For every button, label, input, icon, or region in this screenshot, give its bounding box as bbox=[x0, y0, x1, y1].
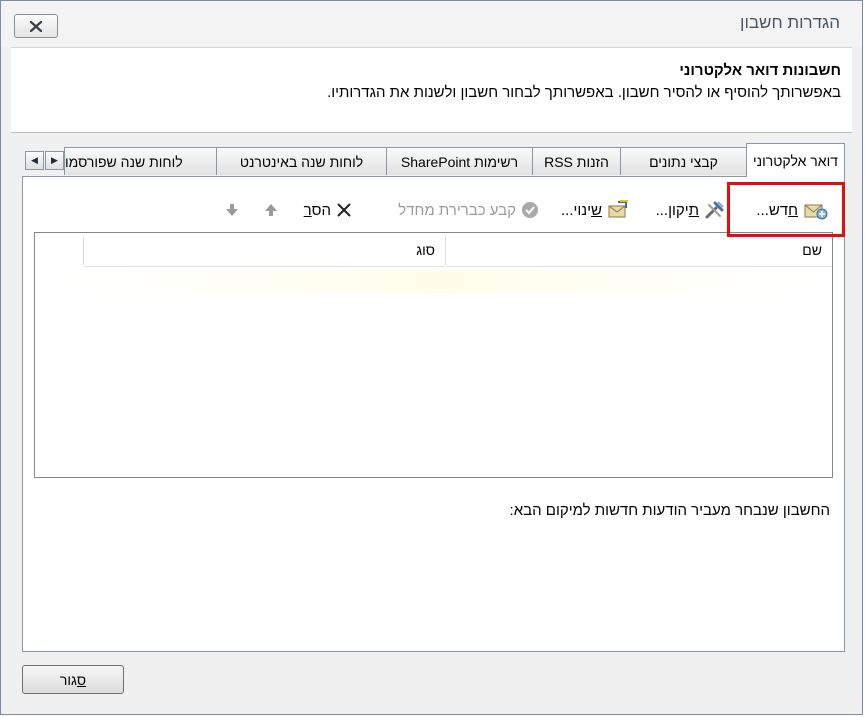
arrow-down-icon bbox=[226, 204, 238, 216]
tab-rss-feeds[interactable]: הזנות RSS bbox=[532, 147, 621, 175]
close-icon bbox=[29, 20, 43, 32]
column-header-name[interactable]: שם bbox=[446, 233, 832, 267]
window-close-button[interactable] bbox=[14, 14, 58, 38]
column-separator[interactable] bbox=[83, 237, 84, 265]
title-bar: הגדרות חשבון bbox=[1, 1, 862, 47]
accounts-list[interactable]: שם סוג bbox=[34, 232, 833, 478]
tab-scroll-right-button[interactable]: ▶ bbox=[45, 151, 64, 170]
move-up-button[interactable] bbox=[263, 199, 279, 221]
delivery-location-label: החשבון שנבחר מעביר הודעות חדשות למיקום ה… bbox=[509, 502, 830, 519]
column-header-type[interactable]: סוג bbox=[84, 233, 445, 267]
repair-access-key: ת bbox=[688, 201, 699, 219]
checkmark-icon bbox=[522, 202, 538, 218]
remove-x-icon bbox=[337, 203, 351, 217]
tab-label: רשימות SharePoint bbox=[400, 153, 519, 170]
tab-data-files[interactable]: קבצי נתונים bbox=[620, 147, 747, 175]
move-down-button[interactable] bbox=[224, 199, 240, 221]
arrow-left-icon: ◀ bbox=[31, 155, 38, 165]
column-name-label: שם bbox=[802, 241, 822, 258]
repair-button[interactable]: תיקון... bbox=[656, 199, 727, 221]
set-default-button[interactable]: קבע כברירת מחדל bbox=[398, 199, 540, 221]
tab-label: קבצי נתונים bbox=[649, 153, 718, 170]
tab-email[interactable]: דואר אלקטרוני bbox=[746, 143, 845, 177]
account-settings-dialog: הגדרות חשבון חשבונות דואר אלקטרוני באפשר… bbox=[0, 0, 863, 715]
change-access-key: ש bbox=[591, 201, 602, 219]
close-dialog-button[interactable]: סגור bbox=[22, 665, 124, 694]
header-title: חשבונות דואר אלקטרוני bbox=[679, 62, 841, 79]
new-button-highlight bbox=[727, 182, 845, 237]
remove-label: הס bbox=[311, 201, 331, 219]
list-item[interactable] bbox=[60, 271, 822, 293]
tab-label: לוחות שנה שפורסמו bbox=[65, 153, 183, 170]
remove-access-key: ר bbox=[303, 201, 312, 219]
column-type-label: סוג bbox=[416, 241, 435, 258]
window-title: הגדרות חשבון bbox=[740, 13, 840, 32]
tab-label: לוחות שנה באינטרנט bbox=[239, 153, 364, 170]
repair-icon bbox=[705, 201, 724, 219]
column-separator[interactable] bbox=[445, 237, 446, 265]
repair-label: יקון... bbox=[655, 201, 689, 219]
remove-button[interactable]: הסר bbox=[304, 199, 353, 221]
tab-label: דואר אלקטרוני bbox=[753, 152, 838, 169]
arrow-right-icon: ▶ bbox=[51, 155, 58, 165]
header-description: באפשרותך להוסיף או להסיר חשבון. באפשרותך… bbox=[327, 84, 841, 101]
change-button[interactable]: שינוי... bbox=[561, 199, 630, 221]
arrow-up-icon bbox=[265, 204, 277, 216]
set-default-label: קבע כברירת מחדל bbox=[398, 201, 516, 219]
tab-sharepoint-lists[interactable]: רשימות SharePoint bbox=[386, 147, 533, 175]
tab-label: הזנות RSS bbox=[544, 153, 609, 170]
tab-published-calendars[interactable]: לוחות שנה שפורסמו bbox=[64, 147, 217, 175]
close-label: גור bbox=[59, 671, 77, 688]
change-label: ינוי... bbox=[561, 201, 592, 219]
dialog-header: חשבונות דואר אלקטרוני באפשרותך להוסיף או… bbox=[11, 47, 852, 133]
close-access-key: ס bbox=[76, 671, 87, 688]
tab-scroll-left-button[interactable]: ◀ bbox=[25, 151, 44, 170]
tab-internet-calendars[interactable]: לוחות שנה באינטרנט bbox=[216, 147, 387, 175]
change-account-icon bbox=[608, 200, 628, 218]
